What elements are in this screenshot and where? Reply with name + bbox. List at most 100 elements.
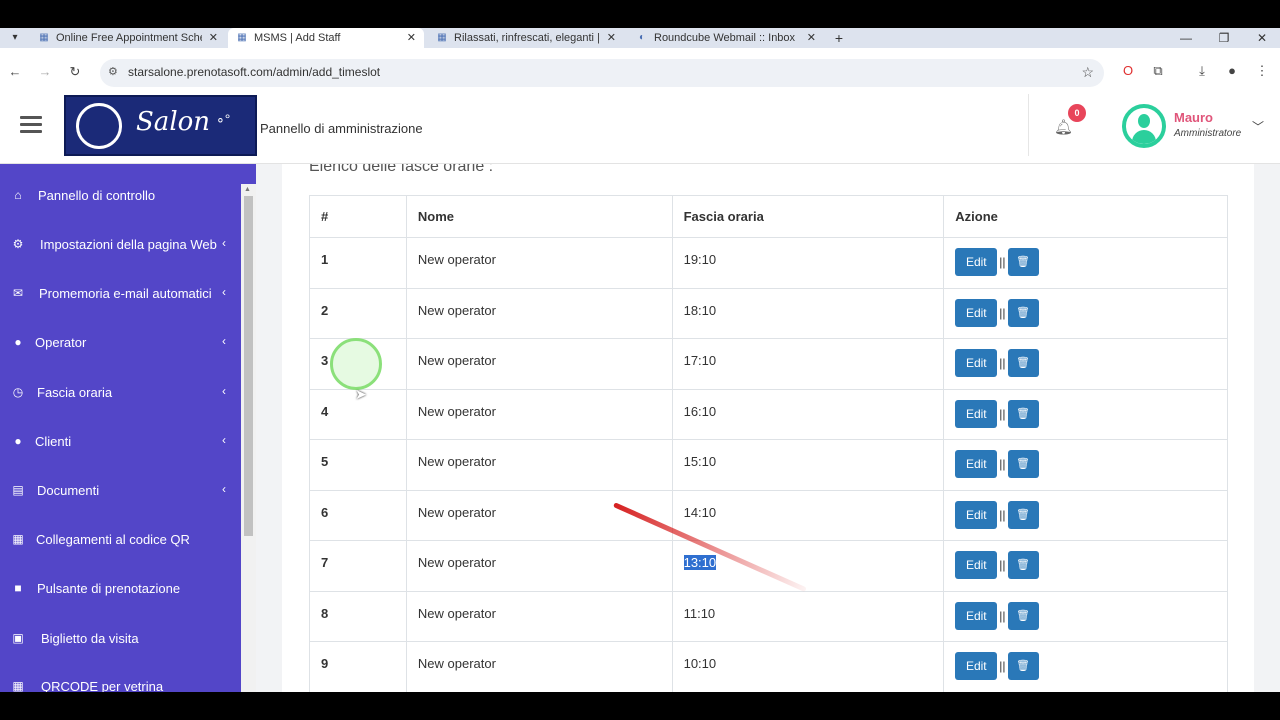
sidebar-item-label: Impostazioni della pagina Web <box>40 237 217 252</box>
opera-extension-icon[interactable]: O <box>1118 61 1138 81</box>
sidebar-item-4[interactable]: ◷ Fascia oraria ‹ <box>0 373 241 413</box>
sidebar-item-9[interactable]: ▣ Biglietto da visita <box>0 619 241 659</box>
action-separator: || <box>999 659 1006 673</box>
edit-button[interactable]: Edit <box>955 551 998 579</box>
sidebar-item-label: Fascia oraria <box>37 385 113 400</box>
table-row: 5 New operator 15:10 Edit || 🗑︎ <box>309 439 1228 491</box>
new-tab-button[interactable]: + <box>830 28 848 48</box>
cursor-highlight <box>330 338 382 390</box>
row-number: 2 <box>309 287 407 339</box>
tab-close-icon[interactable]: ✕ <box>807 28 816 48</box>
tab-label: Rilassati, rinfrescati, eleganti || H <box>454 32 600 44</box>
sidebar-item-1[interactable]: ⚙ Impostazioni della pagina Web ‹ <box>0 225 241 265</box>
sidebar-item-8[interactable]: ■ Pulsante di prenotazione <box>0 569 241 609</box>
logo-bubbles-graphic: ∘° <box>216 111 231 127</box>
chevron-left-icon: ‹ <box>222 482 226 496</box>
edit-button[interactable]: Edit <box>955 652 998 680</box>
row-number: 6 <box>309 489 407 541</box>
trash-icon[interactable]: 🗑︎ <box>1007 349 1039 377</box>
minimize-icon[interactable]: — <box>1176 28 1196 48</box>
sidebar-scrollbar[interactable]: ▲ <box>241 184 256 692</box>
profile-icon[interactable]: ● <box>1222 61 1242 81</box>
trash-icon[interactable]: 🗑︎ <box>1007 500 1039 529</box>
site-settings-icon[interactable]: ⚙ <box>108 65 118 78</box>
browser-tab-2[interactable]: ▦ MSMS | Add Staff ✕ <box>228 28 424 48</box>
row-actions: Edit || 🗑︎ <box>943 590 1228 642</box>
row-name: New operator <box>405 338 673 390</box>
timeslot-value: 13:10 <box>683 555 717 570</box>
row-actions: Edit || 🗑︎ <box>943 489 1228 541</box>
url-text: starsalone.prenotasoft.com/admin/add_tim… <box>128 65 381 79</box>
edit-button[interactable]: Edit <box>955 248 998 276</box>
browser-tab-strip: ▾ ▦ Online Free Appointment Sche ✕ ▦ MSMS | … <box>0 28 1280 48</box>
sidebar-item-5[interactable]: ● Clienti ‹ <box>0 422 241 462</box>
trash-icon[interactable]: 🗑︎ <box>1007 601 1039 630</box>
id-card-icon: ▣ <box>12 631 24 645</box>
avatar[interactable] <box>1122 104 1166 148</box>
notification-badge: 0 <box>1068 104 1086 122</box>
sidebar-item-0[interactable]: ⌂ Pannello di controllo <box>0 176 241 216</box>
edit-button[interactable]: Edit <box>955 298 998 327</box>
edit-button[interactable]: Edit <box>955 349 998 377</box>
tab-close-icon[interactable]: ✕ <box>209 28 218 48</box>
sidebar-item-3[interactable]: ● Operator ‹ <box>0 323 241 363</box>
user-name[interactable]: Mauro <box>1174 110 1213 125</box>
address-bar[interactable]: ⚙ starsalone.prenotasoft.com/admin/add_t… <box>100 59 1104 87</box>
reload-icon[interactable]: ↻ <box>66 63 84 81</box>
header-action: Azione <box>943 195 1228 238</box>
forward-icon[interactable]: → <box>36 63 54 81</box>
chevron-left-icon: ‹ <box>222 433 226 447</box>
edit-button[interactable]: Edit <box>955 450 998 478</box>
close-window-icon[interactable]: ✕ <box>1252 28 1272 48</box>
salon-logo[interactable]: Salon ∘° <box>64 95 257 156</box>
action-separator: || <box>999 507 1006 522</box>
trash-icon[interactable]: 🗑︎ <box>1007 450 1039 478</box>
tab-close-icon[interactable]: ✕ <box>607 28 616 48</box>
trash-icon[interactable]: 🗑︎ <box>1007 298 1039 327</box>
row-timeslot: 19:10 <box>671 237 945 289</box>
tab-search-icon[interactable]: ▾ <box>6 30 24 46</box>
hamburger-menu-icon[interactable] <box>20 116 42 134</box>
table-row: 6 New operator 14:10 Edit || 🗑︎ <box>309 489 1228 541</box>
user-role: Amministratore <box>1174 128 1242 139</box>
row-timeslot: 16:10 <box>671 388 945 440</box>
edit-button[interactable]: Edit <box>955 500 998 529</box>
scroll-up-arrow-icon[interactable]: ▲ <box>244 186 251 193</box>
trash-icon[interactable]: 🗑︎ <box>1007 551 1039 579</box>
browser-tab-4[interactable]: ◐ Roundcube Webmail :: Inbox ✕ <box>628 28 824 48</box>
logo-face-graphic <box>76 103 122 149</box>
row-name: New operator <box>405 237 673 289</box>
browser-menu-icon[interactable]: ⋮ <box>1252 61 1272 81</box>
edit-button[interactable]: Edit <box>955 601 998 630</box>
extensions-puzzle-icon[interactable]: ⧉ <box>1148 61 1168 81</box>
tab-close-icon[interactable]: ✕ <box>407 28 416 48</box>
header-name: Nome <box>405 195 673 238</box>
sidebar-item-label: Biglietto da visita <box>41 631 139 646</box>
trash-icon[interactable]: 🗑︎ <box>1007 248 1039 276</box>
edit-button[interactable]: Edit <box>955 399 998 428</box>
bell-icon[interactable]: 🔔︎ <box>1054 118 1073 136</box>
bookmark-star-icon[interactable]: ☆ <box>1081 64 1094 81</box>
main-content: Elenco delle fasce orarie : # Nome Fasci… <box>256 164 1280 692</box>
browser-tab-3[interactable]: ▦ Rilassati, rinfrescati, eleganti || H ✕ <box>428 28 624 48</box>
sidebar-item-7[interactable]: ▦ Collegamenti al codice QR <box>0 520 241 560</box>
sidebar-item-10[interactable]: ▦ QRCODE per vetrina <box>0 667 241 692</box>
chevron-down-icon[interactable]: ﹀ <box>1252 118 1264 135</box>
row-actions: Edit || 🗑︎ <box>943 237 1228 289</box>
sidebar-item-6[interactable]: ▤ Documenti ‹ <box>0 471 241 511</box>
sidebar-item-label: QRCODE per vetrina <box>41 679 164 692</box>
browser-tab-1[interactable]: ▦ Online Free Appointment Sche ✕ <box>30 28 226 48</box>
scrollbar-thumb[interactable] <box>244 196 253 536</box>
table-row: 3 New operator 17:10 Edit || 🗑︎ <box>309 338 1228 390</box>
sidebar-item-label: Collegamenti al codice QR <box>36 532 190 547</box>
trash-icon[interactable]: 🗑︎ <box>1007 652 1039 680</box>
back-icon[interactable]: ← <box>6 63 24 81</box>
trash-icon[interactable]: 🗑︎ <box>1007 399 1039 428</box>
download-icon[interactable]: ⤓ <box>1192 61 1212 81</box>
restore-icon[interactable]: ❐ <box>1214 28 1234 48</box>
table-row: 1 New operator 19:10 Edit || 🗑︎ <box>309 237 1228 289</box>
row-name: New operator <box>405 388 673 440</box>
sidebar: ⌂ Pannello di controllo ⚙ Impostazioni dell… <box>0 164 256 692</box>
admin-panel-title: Pannello di amministrazione <box>260 121 423 136</box>
sidebar-item-2[interactable]: ✉ Promemoria e-mail automatici ‹ <box>0 274 241 314</box>
